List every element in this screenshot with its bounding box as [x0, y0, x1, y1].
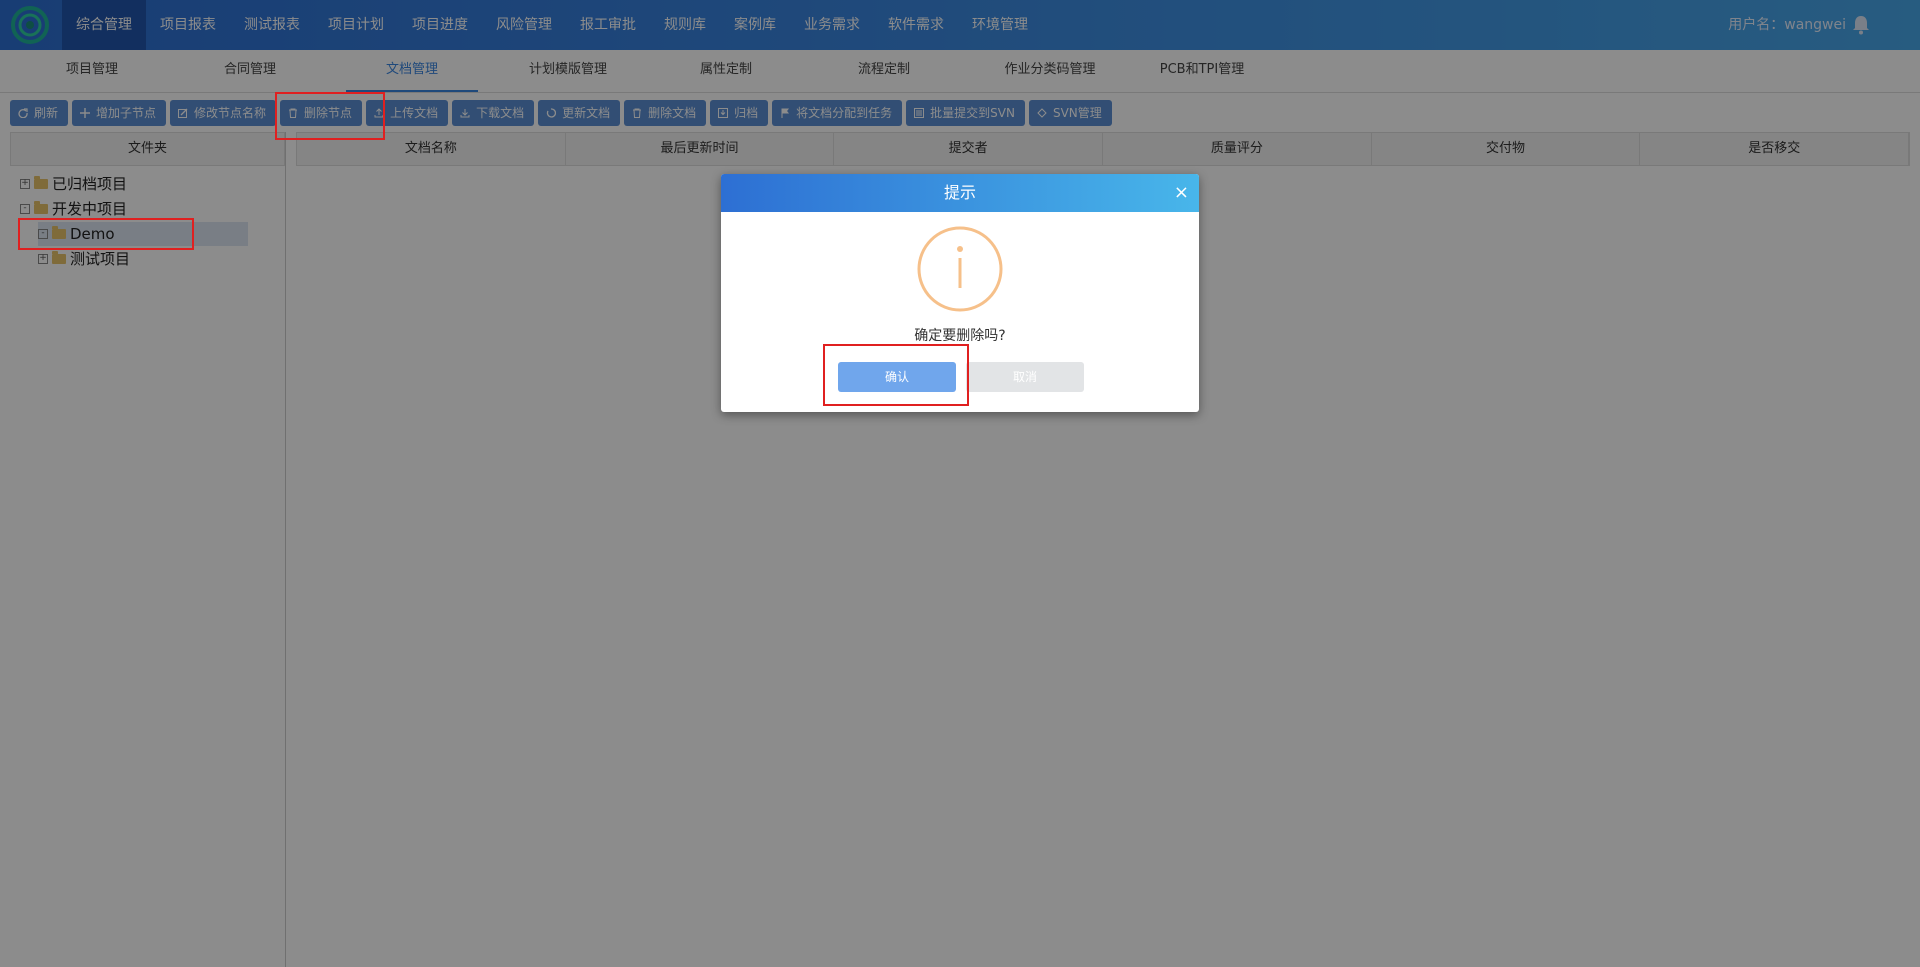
- highlight-box: [275, 92, 385, 140]
- cancel-button[interactable]: 取消: [966, 362, 1084, 392]
- highlight-box: [18, 218, 194, 250]
- modal-overlay: [0, 0, 1920, 967]
- close-icon[interactable]: ×: [1174, 174, 1189, 212]
- info-icon: [917, 226, 1003, 312]
- dialog-header: 提示 ×: [721, 174, 1199, 212]
- dialog-message: 确定要删除吗?: [914, 328, 1006, 344]
- highlight-box: [823, 344, 969, 406]
- dialog-title: 提示: [943, 183, 976, 202]
